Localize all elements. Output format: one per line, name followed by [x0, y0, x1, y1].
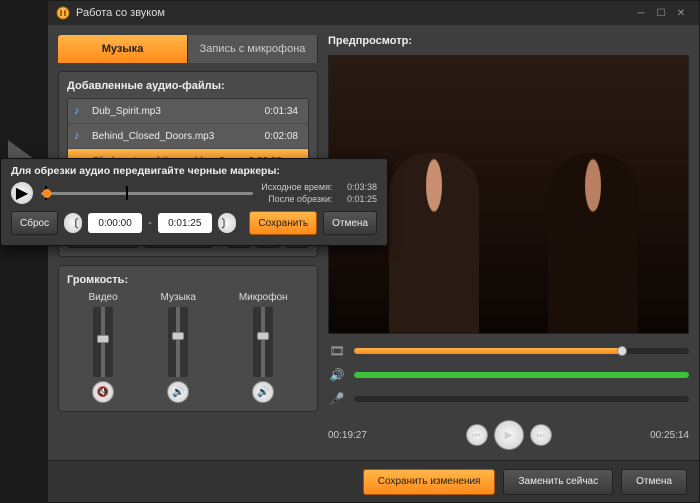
speaker-icon: 🔊	[172, 387, 184, 398]
skip-back-icon: ⏮	[472, 430, 480, 441]
filmstrip-icon: 🎞	[328, 344, 346, 358]
minimize-button[interactable]: ─	[631, 5, 651, 21]
trim-start-bracket[interactable]: 〔	[64, 213, 82, 233]
audio-level-slider[interactable]	[354, 372, 689, 378]
preview-label: Предпросмотр:	[328, 35, 689, 47]
file-duration: 0:01:34	[256, 106, 298, 117]
volume-mic-label: Микрофон	[239, 292, 288, 303]
cancel-button[interactable]: Отмена	[621, 469, 687, 495]
file-row[interactable]: ♪ Dub_Spirit.mp3 0:01:34	[68, 99, 308, 124]
app-icon	[56, 6, 70, 20]
file-row[interactable]: ♪ Behind_Closed_Doors.mp3 0:02:08	[68, 124, 308, 149]
tab-music[interactable]: Музыка	[58, 35, 188, 63]
replace-now-button[interactable]: Заменить сейчас	[503, 469, 613, 495]
figure-left	[389, 153, 479, 333]
trim-from-input[interactable]: 0:00:00	[88, 213, 142, 233]
trim-save-button[interactable]: Сохранить	[249, 211, 317, 235]
trim-to-input[interactable]: 0:01:25	[158, 213, 212, 233]
speaker-icon: 🔊	[328, 368, 346, 382]
trim-info: Исходное время: 0:03:38 После обрезки: 0…	[261, 181, 377, 205]
skip-forward-icon: ⏭	[536, 430, 544, 441]
note-icon: ♪	[74, 105, 86, 117]
file-name: Behind_Closed_Doors.mp3	[92, 131, 256, 142]
play-icon: ▶	[16, 183, 28, 203]
trim-slider[interactable]	[41, 184, 253, 202]
mic-level-slider[interactable]	[354, 396, 689, 402]
mute-video-button[interactable]: 🔇	[92, 381, 114, 403]
tabs: Музыка Запись с микрофона	[58, 35, 318, 63]
current-time: 00:19:27	[328, 430, 367, 441]
note-icon: ♪	[74, 130, 86, 142]
window-title: Работа со звуком	[76, 7, 165, 19]
volume-title: Громкость:	[67, 274, 309, 286]
mute-music-button[interactable]: 🔊	[167, 381, 189, 403]
trim-popup: Для обрезки аудио передвигайте черные ма…	[0, 158, 388, 246]
trim-reset-button[interactable]: Сброс	[11, 211, 58, 235]
next-button[interactable]: ⏭	[530, 424, 552, 446]
video-position-slider[interactable]	[354, 348, 689, 354]
footer: Сохранить изменения Заменить сейчас Отме…	[48, 460, 699, 502]
maximize-button[interactable]: ☐	[651, 5, 671, 21]
volume-music-label: Музыка	[161, 292, 196, 303]
play-button[interactable]: ▶	[494, 420, 524, 450]
close-button[interactable]: ✕	[671, 5, 691, 21]
trim-title: Для обрезки аудио передвигайте черные ма…	[11, 165, 377, 177]
prev-button[interactable]: ⏮	[466, 424, 488, 446]
added-files-label: Добавленные аудио-файлы:	[67, 80, 309, 92]
file-duration: 0:02:08	[256, 131, 298, 142]
save-changes-button[interactable]: Сохранить изменения	[363, 469, 496, 495]
volume-panel: Громкость: Видео 🔇 Музыка 🔊 Микрофон	[58, 265, 318, 412]
speaker-muted-icon: 🔇	[97, 387, 109, 398]
volume-music-slider[interactable]	[168, 307, 188, 377]
mute-mic-button[interactable]: 🔊	[252, 381, 274, 403]
trim-end-bracket[interactable]: 〕	[218, 213, 236, 233]
microphone-icon: 🎤	[328, 392, 346, 406]
titlebar: Работа со звуком ─ ☐ ✕	[48, 1, 699, 25]
volume-video-slider[interactable]	[93, 307, 113, 377]
tab-microphone[interactable]: Запись с микрофона	[188, 35, 318, 63]
volume-video-label: Видео	[88, 292, 117, 303]
window: Работа со звуком ─ ☐ ✕ Музыка Запись с м…	[47, 0, 700, 503]
dash: -	[148, 217, 152, 229]
trim-play-button[interactable]: ▶	[11, 182, 33, 204]
total-time: 00:25:14	[650, 430, 689, 441]
file-name: Dub_Spirit.mp3	[92, 106, 256, 117]
volume-mic-slider[interactable]	[253, 307, 273, 377]
speaker-icon: 🔊	[257, 387, 269, 398]
figure-right	[548, 153, 638, 333]
play-icon: ▶	[505, 430, 513, 441]
trim-cancel-button[interactable]: Отмена	[323, 211, 377, 235]
